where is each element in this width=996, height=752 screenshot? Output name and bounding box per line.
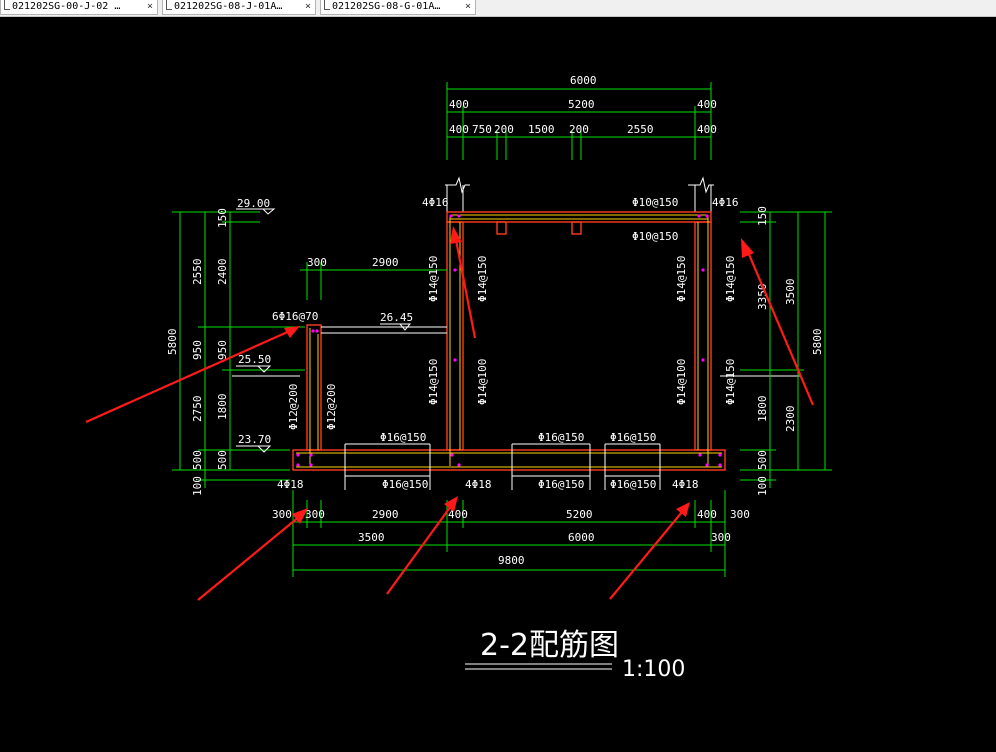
- span-label-300: 300: [307, 256, 327, 269]
- document-tab-bar: 021202SG-00-J-02 … × 021202SG-08-J-01A… …: [0, 0, 996, 17]
- dim-bot-r2-3: 300: [711, 531, 731, 544]
- dim-left-mid-4: 500: [191, 450, 204, 470]
- elevation-29-00: 29.00: [237, 197, 270, 210]
- dim-top-r3-7: 400: [697, 123, 717, 136]
- close-icon[interactable]: ×: [305, 0, 311, 13]
- dim-right-mid-1: 3500: [784, 279, 797, 306]
- dim-bot-r2-1: 3500: [358, 531, 385, 544]
- rebar-label-base-bot-3: Φ16@150: [610, 478, 656, 491]
- dim-bot-r1-4: 400: [448, 508, 468, 521]
- dim-top-r2-3: 400: [697, 98, 717, 111]
- rebar-label-corner-bl: 4Φ18: [277, 478, 304, 491]
- rebar-label-wall-left-l: Φ12@200: [287, 384, 300, 430]
- elevation-25-50: 25.50: [238, 353, 271, 366]
- dim-bot-r1-5: 5200: [566, 508, 593, 521]
- rebar-label-top-left-corner: 4Φ16: [422, 196, 449, 209]
- drawing-title: 2-2配筋图: [480, 628, 619, 663]
- rebar-label-roof-top: Φ10@150: [632, 196, 678, 209]
- rebar-label-base-top-2: Φ16@150: [538, 431, 584, 444]
- drawing-file-icon: [324, 0, 330, 10]
- dim-top-r3-2: 750: [472, 123, 492, 136]
- rebar-lines: [296, 214, 722, 468]
- arrow-to-right-wall-top: [746, 251, 815, 406]
- tab-drawing-08-j-01a[interactable]: 021202SG-08-J-01A… ×: [162, 0, 316, 15]
- arrowhead: [741, 238, 754, 258]
- arrow-to-top-left-corner: [454, 239, 477, 339]
- rebar-label-wall-right-lower-r: Φ14@150: [724, 359, 737, 405]
- elevation-26-45: 26.45: [380, 311, 413, 324]
- dim-right-inner-4: 500: [756, 450, 769, 470]
- tab-label: 021202SG-00-J-02 …: [12, 1, 121, 12]
- dim-bot-r1-6: 400: [697, 508, 717, 521]
- rebar-label-base-bot-1: Φ16@150: [382, 478, 428, 491]
- elevation-23-70: 23.70: [238, 433, 271, 446]
- dim-bot-r1-1: 300: [272, 508, 292, 521]
- dim-left-mid-5: 100: [191, 476, 204, 496]
- dim-bot-overall: 9800: [498, 554, 525, 567]
- dim-right-inner-3: 1800: [756, 396, 769, 423]
- rebar-label-base-top-3: Φ16@150: [610, 431, 656, 444]
- dim-top-r3-5: 200: [569, 123, 589, 136]
- dim-left-outer: 5800: [166, 329, 179, 356]
- dim-left-mid-2: 950: [191, 340, 204, 360]
- rebar-label-base-bot-2: Φ16@150: [538, 478, 584, 491]
- dim-right-inner-5: 100: [756, 476, 769, 496]
- tab-label: 021202SG-08-J-01A…: [174, 1, 283, 12]
- close-icon[interactable]: ×: [147, 0, 153, 13]
- rebar-label-wall-mid-lower-l: Φ14@150: [427, 359, 440, 405]
- rebar-label-base-top-1: Φ16@150: [380, 431, 426, 444]
- dim-left-inner-2: 2400: [216, 259, 229, 286]
- dim-bot-r1-7: 300: [730, 508, 750, 521]
- dim-bot-r2-2: 6000: [568, 531, 595, 544]
- tab-drawing-08-g-01a[interactable]: 021202SG-08-G-01A… ×: [320, 0, 476, 15]
- cad-drawing-canvas[interactable]: 6000 400 5200 400 400 750 200 1500 200 2…: [0, 16, 996, 752]
- dim-left-mid-3: 2750: [191, 396, 204, 423]
- close-icon[interactable]: ×: [465, 0, 471, 13]
- drawing-scale: 1:100: [622, 657, 685, 682]
- rebar-label-top-right-corner: 4Φ16: [712, 196, 739, 209]
- dim-top-r2-1: 400: [449, 98, 469, 111]
- dim-left-mid-1: 2550: [191, 259, 204, 286]
- dim-left-inner-5: 500: [216, 450, 229, 470]
- dim-left-inner-4: 1800: [216, 394, 229, 421]
- dim-right-mid-2: 2300: [784, 406, 797, 433]
- rebar-label-wall-left-r: Φ12@200: [325, 384, 338, 430]
- rebar-label-wall-mid-lower-r: Φ14@100: [476, 359, 489, 405]
- dim-top-r3-3: 200: [494, 123, 514, 136]
- dim-left-inner-1: 150: [216, 208, 229, 228]
- dim-right-inner-1: 150: [756, 206, 769, 226]
- rebar-label-wall-mid-upper-l: Φ14@150: [427, 256, 440, 302]
- rebar-label-wall-right-upper-l: Φ14@150: [675, 256, 688, 302]
- drawing-file-icon: [4, 0, 10, 10]
- tab-drawing-00-j-02[interactable]: 021202SG-00-J-02 … ×: [0, 0, 158, 15]
- rebar-label-corner-bm: 4Φ18: [465, 478, 492, 491]
- rebar-label-wall-right-lower-l: Φ14@100: [675, 359, 688, 405]
- dim-left-inner-3: 950: [216, 340, 229, 360]
- span-label-2900: 2900: [372, 256, 399, 269]
- dim-right-outer: 5800: [811, 329, 824, 356]
- rebar-label-corner-br: 4Φ18: [672, 478, 699, 491]
- rebar-label-wall-right-upper-r: Φ14@150: [724, 256, 737, 302]
- top-dimension-lines: [446, 82, 712, 160]
- dim-bot-r1-3: 2900: [372, 508, 399, 521]
- dim-top-r3-4: 1500: [528, 123, 555, 136]
- tab-label: 021202SG-08-G-01A…: [332, 1, 441, 12]
- corner-bars: [296, 214, 722, 467]
- arrowhead: [676, 502, 690, 517]
- rebar-label-small-roof-corner: 6Φ16@70: [272, 310, 318, 323]
- dim-top-r3-1: 400: [449, 123, 469, 136]
- dim-top-r3-6: 2550: [627, 123, 654, 136]
- rebar-label-roof-bottom: Φ10@150: [632, 230, 678, 243]
- dim-top-r2-2: 5200: [568, 98, 595, 111]
- rebar-label-wall-mid-upper-r: Φ14@150: [476, 256, 489, 302]
- concrete-section-outline: [292, 176, 726, 471]
- drawing-file-icon: [166, 0, 172, 10]
- arrow-to-bottom-left-corner: [197, 515, 301, 601]
- dim-top-overall: 6000: [570, 74, 597, 87]
- arrow-to-bottom-right-corner: [609, 511, 683, 600]
- dim-bot-r1-2: 300: [305, 508, 325, 521]
